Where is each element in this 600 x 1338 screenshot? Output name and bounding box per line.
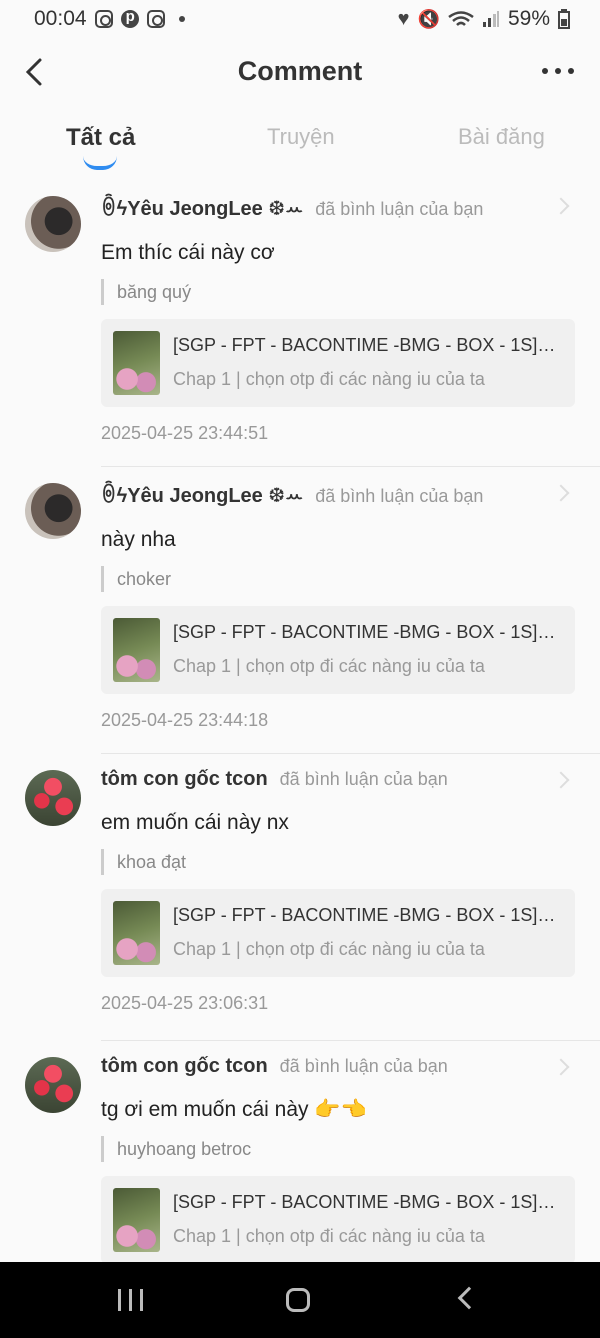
back-nav-button[interactable] (457, 1286, 481, 1310)
status-bar: 00:04 ♥ 🔇 59% (0, 0, 600, 38)
quoted-reply: huyhoang betroc (101, 1136, 575, 1162)
list-item[interactable]: ꉺϟYêu JeongLee ❆ꕀ đã bình luận của bạn n… (0, 467, 600, 754)
comment-text: Em thíc cái này cơ (101, 241, 275, 264)
username[interactable]: ꉺϟYêu JeongLee ❆ꕀ (101, 481, 303, 508)
chapter-info: Chap 1 | chọn otp đi các nàng iu của ta (173, 369, 485, 389)
dot-icon (542, 68, 548, 74)
status-time: 00:04 (34, 7, 87, 30)
avatar[interactable] (25, 770, 81, 826)
action-text: đã bình luận của bạn (279, 1056, 448, 1076)
tab-posts[interactable]: Bài đăng (458, 124, 545, 150)
dot-icon (555, 68, 561, 74)
home-button[interactable] (286, 1288, 310, 1312)
battery-icon (558, 9, 570, 29)
instagram-icon (94, 10, 113, 28)
story-thumbnail (113, 1188, 160, 1252)
notification-dot-icon (178, 16, 185, 22)
instagram-icon (146, 10, 165, 28)
signal-icon (482, 10, 500, 28)
story-title: [SGP - FPT - BACONTIME -BMG - BOX - 1S]C… (173, 1192, 561, 1212)
avatar[interactable] (25, 483, 81, 539)
comment-feed[interactable]: ꉺϟYêu JeongLee ❆ꕀ đã bình luận của bạn E… (0, 180, 600, 1328)
tab-stories[interactable]: Truyện (267, 124, 335, 150)
username[interactable]: tôm con gốc tcon (101, 768, 268, 791)
story-card[interactable]: [SGP - FPT - BACONTIME -BMG - BOX - 1S]C… (101, 319, 575, 407)
comment-text: này nha (101, 528, 176, 551)
app-header: Comment (0, 40, 600, 106)
quoted-reply: khoa đạt (101, 849, 575, 875)
story-thumbnail (113, 901, 160, 965)
username[interactable]: ꉺϟYêu JeongLee ❆ꕀ (101, 194, 303, 221)
timestamp: 2025-04-25 23:44:51 (101, 423, 269, 443)
list-item[interactable]: ꉺϟYêu JeongLee ❆ꕀ đã bình luận của bạn E… (0, 180, 600, 467)
avatar[interactable] (25, 1057, 81, 1113)
action-text: đã bình luận của bạn (315, 199, 484, 219)
battery-percent: 59% (507, 7, 550, 30)
avatar[interactable] (25, 196, 81, 252)
username[interactable]: tôm con gốc tcon (101, 1055, 268, 1078)
recents-button[interactable] (118, 1289, 143, 1311)
timestamp: 2025-04-25 23:44:18 (101, 710, 269, 730)
system-nav-bar (0, 1262, 600, 1338)
chapter-info: Chap 1 | chọn otp đi các nàng iu của ta (173, 939, 485, 959)
chapter-info: Chap 1 | chọn otp đi các nàng iu của ta (173, 656, 485, 676)
timestamp: 2025-04-25 23:06:31 (101, 993, 269, 1013)
list-item[interactable]: tôm con gốc tcon đã bình luận của bạn em… (0, 754, 600, 1041)
tab-all[interactable]: Tất cả (66, 124, 135, 152)
story-card[interactable]: [SGP - FPT - BACONTIME -BMG - BOX - 1S]C… (101, 1176, 575, 1264)
comment-text: em muốn cái này nx (101, 811, 289, 834)
comment-text: tg ơi em muốn cái này 👉👈 (101, 1098, 367, 1121)
quoted-reply: băng quý (101, 279, 575, 305)
more-options-button[interactable] (542, 68, 574, 74)
action-text: đã bình luận của bạn (279, 769, 448, 789)
dot-icon (568, 68, 574, 74)
quoted-reply: choker (101, 566, 575, 592)
story-thumbnail (113, 331, 160, 395)
story-title: [SGP - FPT - BACONTIME -BMG - BOX - 1S]C… (173, 905, 561, 925)
active-tab-indicator (83, 156, 117, 170)
action-text: đã bình luận của bạn (315, 486, 484, 506)
story-card[interactable]: [SGP - FPT - BACONTIME -BMG - BOX - 1S]C… (101, 606, 575, 694)
mute-icon: 🔇 (417, 8, 440, 29)
heart-icon: ♥ (397, 7, 410, 30)
story-card[interactable]: [SGP - FPT - BACONTIME -BMG - BOX - 1S]C… (101, 889, 575, 977)
wifi-icon (448, 11, 474, 27)
page-title: Comment (237, 56, 363, 86)
chapter-info: Chap 1 | chọn otp đi các nàng iu của ta (173, 1226, 485, 1246)
pinterest-icon (120, 8, 139, 28)
story-thumbnail (113, 618, 160, 682)
story-title: [SGP - FPT - BACONTIME -BMG - BOX - 1S]C… (173, 335, 561, 355)
tab-bar: Tất cả Truyện Bài đăng (0, 120, 600, 176)
story-title: [SGP - FPT - BACONTIME -BMG - BOX - 1S]C… (173, 622, 561, 642)
